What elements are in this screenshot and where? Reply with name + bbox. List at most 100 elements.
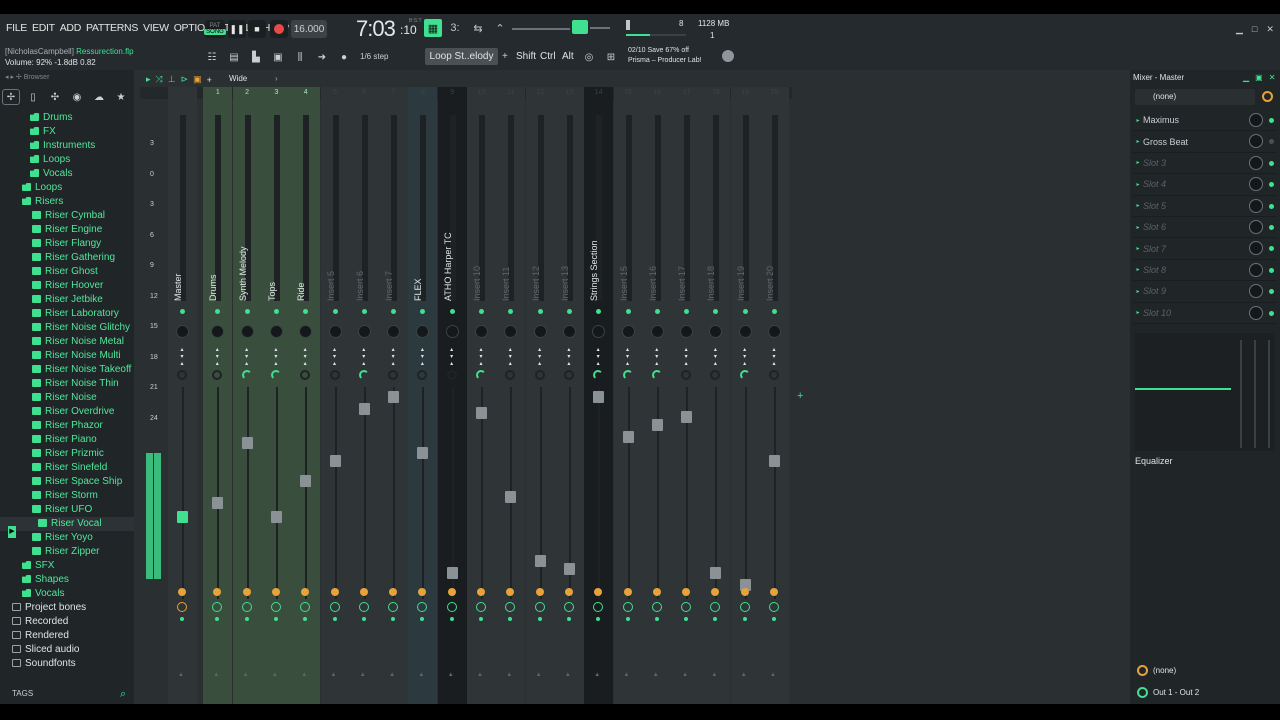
route-to-icon[interactable]: ▲: [272, 672, 278, 678]
volume-fader[interactable]: [212, 497, 224, 509]
track-name[interactable]: ATHO Harper TC: [443, 211, 455, 301]
piano-roll-icon[interactable]: ▙: [248, 49, 264, 65]
pin-icon[interactable]: ⊥: [168, 74, 176, 85]
browser-file[interactable]: Riser Yoyo: [0, 531, 134, 545]
panel-minimize-icon[interactable]: ▁: [1243, 73, 1249, 82]
pat-song-toggle[interactable]: PAT SONG: [204, 20, 226, 38]
tip-icon[interactable]: ◎: [581, 49, 597, 65]
microphone-icon[interactable]: ●: [336, 49, 352, 65]
send-knob[interactable]: [622, 370, 633, 380]
route-arrow-icon[interactable]: [682, 588, 691, 596]
route-knob[interactable]: [534, 602, 545, 612]
route-to-icon[interactable]: ▲: [741, 672, 747, 678]
browser-folder[interactable]: Soundfonts: [0, 657, 134, 671]
browser-file[interactable]: Riser Vocal: [0, 517, 134, 531]
route-to-icon[interactable]: ▲: [178, 672, 184, 678]
slot-mix-knob[interactable]: [1249, 284, 1263, 299]
route-to-icon[interactable]: ▲: [770, 672, 776, 678]
slot-mix-knob[interactable]: [1249, 155, 1263, 170]
track-enable-led[interactable]: [449, 309, 455, 314]
route-knob[interactable]: [241, 602, 252, 612]
route-to-icon[interactable]: ▲: [301, 672, 307, 678]
browser-folder[interactable]: Sliced audio: [0, 643, 134, 657]
route-knob[interactable]: [358, 602, 369, 612]
pan-knob[interactable]: [650, 325, 664, 338]
route-to-icon[interactable]: ▲: [653, 672, 659, 678]
playlist-icon[interactable]: ☷: [204, 49, 220, 65]
route-arrow-icon[interactable]: [506, 588, 515, 596]
record-arm-dot[interactable]: [303, 617, 308, 621]
snap-selector[interactable]: 1/6 step: [360, 52, 388, 61]
browser-folder[interactable]: SFX: [0, 559, 134, 573]
mixer-track[interactable]: 15 Insert 15 ▴ ▾ ▴ ▲: [613, 87, 643, 704]
route-to-icon[interactable]: ▲: [448, 672, 454, 678]
browser-file[interactable]: Riser Overdrive: [0, 405, 134, 419]
track-enable-led[interactable]: [303, 309, 309, 314]
route-to-icon[interactable]: ▲: [360, 672, 366, 678]
send-knob[interactable]: [177, 370, 187, 380]
track-enable-led[interactable]: [713, 309, 719, 314]
volume-fader[interactable]: [681, 411, 693, 423]
volume-fader[interactable]: [710, 567, 722, 579]
pan-knob[interactable]: [562, 325, 576, 338]
route-knob[interactable]: [446, 602, 457, 612]
slot-mix-knob[interactable]: [1249, 113, 1263, 127]
eq-band-low[interactable]: [1240, 340, 1242, 448]
send-knob[interactable]: [476, 370, 486, 380]
news-line-1[interactable]: 02/10 Save 67% off: [628, 47, 689, 54]
record-arm-dot[interactable]: [332, 617, 337, 621]
stereo-separation-icon[interactable]: ▴ ▾ ▴: [769, 347, 779, 368]
slot-arrow-icon[interactable]: ▸: [1133, 202, 1143, 209]
send-knob[interactable]: [300, 370, 311, 380]
browser-folder[interactable]: Vocals: [0, 587, 134, 601]
browser-folder[interactable]: Instruments: [0, 139, 134, 153]
volume-fader[interactable]: [270, 511, 282, 523]
slot-arrow-icon[interactable]: ▸: [1133, 117, 1143, 124]
stereo-separation-icon[interactable]: ▴ ▾ ▴: [623, 347, 633, 368]
record-arm-dot[interactable]: [566, 617, 571, 621]
route-knob[interactable]: [329, 602, 340, 612]
output-preset-selector[interactable]: (none): [1135, 664, 1275, 678]
route-arrow-icon[interactable]: [242, 588, 251, 596]
stereo-separation-icon[interactable]: ▴ ▾ ▴: [652, 347, 662, 368]
effect-slot[interactable]: ▸ Maximus: [1133, 110, 1277, 132]
slot-enable-led[interactable]: [1269, 267, 1274, 273]
plugin-database-icon[interactable]: ✣: [46, 89, 64, 105]
track-name[interactable]: Insert 16: [648, 211, 660, 301]
route-knob[interactable]: [710, 602, 721, 612]
route-arrow-icon[interactable]: [652, 588, 661, 596]
mixer-track[interactable]: 2 Synth Melody ▴ ▾ ▴ ▲: [232, 87, 262, 704]
slot-enable-led[interactable]: [1269, 289, 1274, 295]
route-arrow-icon[interactable]: [623, 588, 632, 596]
stereo-separation-icon[interactable]: ▴ ▾ ▴: [388, 347, 398, 368]
route-arrow-icon[interactable]: [389, 588, 398, 596]
track-name[interactable]: Insert 12: [531, 211, 543, 301]
pan-knob[interactable]: [768, 325, 781, 338]
mixer-track[interactable]: 4 Ride ▴ ▾ ▴ ▲: [291, 87, 321, 704]
mixer-track[interactable]: 6 Insert 6 ▴ ▾ ▴ ▲: [349, 87, 379, 704]
mixer-track[interactable]: 17 Insert 17 ▴ ▾ ▴ ▲: [672, 87, 702, 704]
stereo-separation-icon[interactable]: ▴ ▾ ▴: [359, 347, 369, 368]
record-arm-dot[interactable]: [273, 617, 278, 621]
record-arm-dot[interactable]: [391, 617, 396, 621]
volume-fader[interactable]: [446, 567, 458, 579]
slot-mix-knob[interactable]: [1249, 262, 1263, 277]
slot-arrow-icon[interactable]: ▸: [1133, 181, 1143, 188]
route-arrow-icon[interactable]: [711, 588, 720, 596]
browser-file[interactable]: Riser UFO: [0, 503, 134, 517]
track-name[interactable]: Insert 17: [677, 211, 689, 301]
route-arrow-icon[interactable]: [770, 588, 778, 596]
record-arm-dot[interactable]: [420, 617, 425, 621]
track-enable-led[interactable]: [180, 309, 185, 314]
record-arm-dot[interactable]: [772, 617, 776, 621]
news-line-2[interactable]: Prisma – Producer Lab!: [628, 57, 702, 64]
stereo-separation-icon[interactable]: ▴ ▾ ▴: [505, 347, 515, 368]
track-name[interactable]: Insert 13: [560, 211, 572, 301]
route-arrow-icon[interactable]: [594, 588, 603, 596]
track-name[interactable]: Ride: [296, 211, 308, 301]
route-to-icon[interactable]: ▲: [331, 672, 337, 678]
volume-fader[interactable]: [417, 447, 429, 459]
record-button[interactable]: [270, 20, 288, 38]
slot-arrow-icon[interactable]: ▸: [1133, 138, 1143, 145]
effect-slot[interactable]: ▸ Slot 5: [1133, 196, 1277, 217]
